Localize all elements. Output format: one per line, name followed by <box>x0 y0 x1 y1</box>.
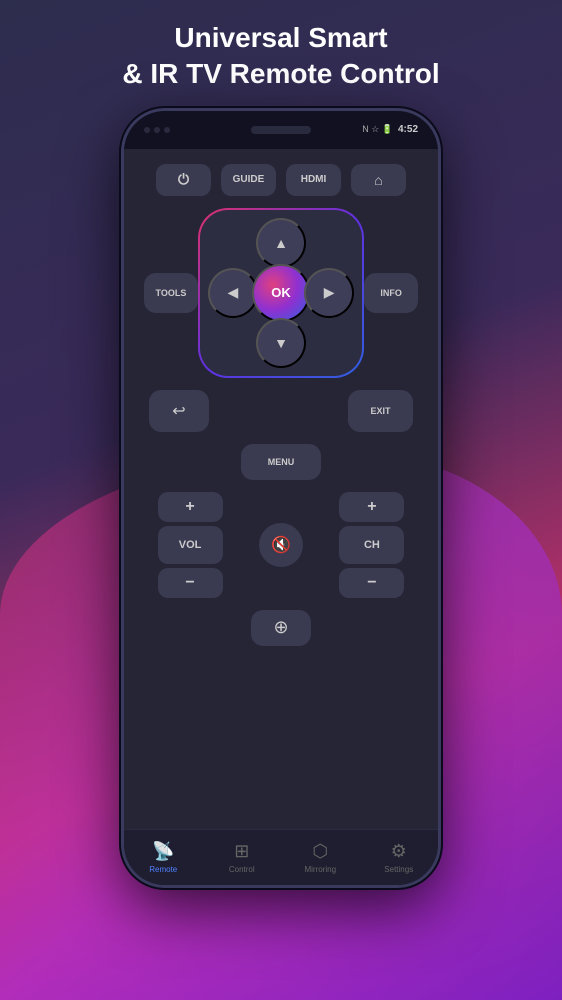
source-icon: ⊕ <box>273 617 288 638</box>
vol-minus-icon: − <box>185 574 194 592</box>
home-icon: ⌂ <box>374 172 382 188</box>
nav-cross: ▲ ◀ OK ▶ ▼ <box>198 208 364 378</box>
vol-label: VOL <box>158 526 223 564</box>
info-button[interactable]: INFO <box>364 273 418 313</box>
back-button[interactable]: ↩ <box>149 390 209 432</box>
nav-item-remote[interactable]: 📡 Remote <box>124 841 203 874</box>
nav-up-icon: ▲ <box>274 235 288 251</box>
nav-down-icon: ▼ <box>274 335 288 351</box>
nav-down-button[interactable]: ▼ <box>256 318 306 368</box>
menu-row: MENU <box>144 444 418 480</box>
settings-nav-icon: ⚙ <box>391 841 407 862</box>
phone-top-bar: N ☆ 🔋 4:52 <box>124 111 438 149</box>
top-buttons-row: ⏻ GUIDE HDMI ⌂ <box>144 164 418 196</box>
camera-area <box>144 127 170 133</box>
mute-section: 🔇 <box>244 523 318 567</box>
exit-button[interactable]: EXIT <box>348 390 413 432</box>
exit-label: EXIT <box>370 406 390 416</box>
ch-plus-button[interactable]: + <box>339 492 404 522</box>
vol-ch-row: + VOL − 🔇 + <box>144 492 418 598</box>
nav-right-button[interactable]: ▶ <box>304 268 354 318</box>
remote-area: ⏻ GUIDE HDMI ⌂ TOOLS <box>124 149 438 829</box>
guide-button[interactable]: GUIDE <box>221 164 276 196</box>
nav-item-mirroring[interactable]: ⬡ Mirroring <box>281 841 360 874</box>
tools-label: TOOLS <box>155 288 186 298</box>
vol-minus-button[interactable]: − <box>158 568 223 598</box>
nav-up-button[interactable]: ▲ <box>256 218 306 268</box>
status-time: 4:52 <box>398 124 418 135</box>
status-bar: N ☆ 🔋 4:52 <box>362 124 418 135</box>
menu-label: MENU <box>268 457 295 467</box>
power-button[interactable]: ⏻ <box>156 164 211 196</box>
phone-container: N ☆ 🔋 4:52 ⏻ GUIDE HDMI <box>121 108 441 888</box>
mirroring-nav-icon: ⬡ <box>312 841 328 862</box>
nav-right-icon: ▶ <box>324 284 335 301</box>
phone-content: ⏻ GUIDE HDMI ⌂ TOOLS <box>124 149 438 885</box>
tools-button[interactable]: TOOLS <box>144 273 198 313</box>
camera-dot <box>144 127 150 133</box>
source-button[interactable]: ⊕ <box>251 610 311 646</box>
home-button[interactable]: ⌂ <box>351 164 406 196</box>
ch-section: + CH − <box>326 492 418 598</box>
hdmi-label: HDMI <box>301 174 327 185</box>
camera-dot-3 <box>164 127 170 133</box>
remote-nav-icon: 📡 <box>152 841 174 862</box>
vol-plus-icon: + <box>185 498 194 516</box>
camera-dot-2 <box>154 127 160 133</box>
power-icon: ⏻ <box>178 171 189 188</box>
ch-label: CH <box>339 526 404 564</box>
menu-button[interactable]: MENU <box>241 444 321 480</box>
vol-section: + VOL − <box>144 492 236 598</box>
ch-minus-icon: − <box>367 574 376 592</box>
back-icon: ↩ <box>172 401 185 421</box>
page-title: Universal Smart & IR TV Remote Control <box>92 0 469 103</box>
mute-button[interactable]: 🔇 <box>259 523 303 567</box>
remote-nav-label: Remote <box>149 865 177 874</box>
mute-icon: 🔇 <box>271 535 291 555</box>
settings-nav-label: Settings <box>384 865 413 874</box>
vol-plus-button[interactable]: + <box>158 492 223 522</box>
control-nav-label: Control <box>229 865 255 874</box>
ch-minus-button[interactable]: − <box>339 568 404 598</box>
navigation-section: TOOLS ▲ ◀ OK <box>144 208 418 378</box>
info-label: INFO <box>380 288 402 298</box>
ch-plus-icon: + <box>367 498 376 516</box>
nav-item-control[interactable]: ⊞ Control <box>203 841 282 874</box>
nav-ok-button[interactable]: OK <box>252 264 310 322</box>
bottom-nav: 📡 Remote ⊞ Control ⬡ Mirroring ⚙ Setting… <box>124 829 438 885</box>
nav-ok-label: OK <box>271 285 291 300</box>
nav-left-button[interactable]: ◀ <box>208 268 258 318</box>
source-row: ⊕ <box>144 610 418 646</box>
hdmi-button[interactable]: HDMI <box>286 164 341 196</box>
control-nav-icon: ⊞ <box>234 841 249 862</box>
guide-label: GUIDE <box>233 174 265 185</box>
back-exit-row: ↩ EXIT <box>144 390 418 432</box>
speaker-grille <box>251 126 311 134</box>
mirroring-nav-label: Mirroring <box>304 865 336 874</box>
phone-frame: N ☆ 🔋 4:52 ⏻ GUIDE HDMI <box>121 108 441 888</box>
nav-item-settings[interactable]: ⚙ Settings <box>360 841 439 874</box>
nav-left-icon: ◀ <box>227 284 238 301</box>
status-icons: N ☆ 🔋 <box>362 124 393 135</box>
